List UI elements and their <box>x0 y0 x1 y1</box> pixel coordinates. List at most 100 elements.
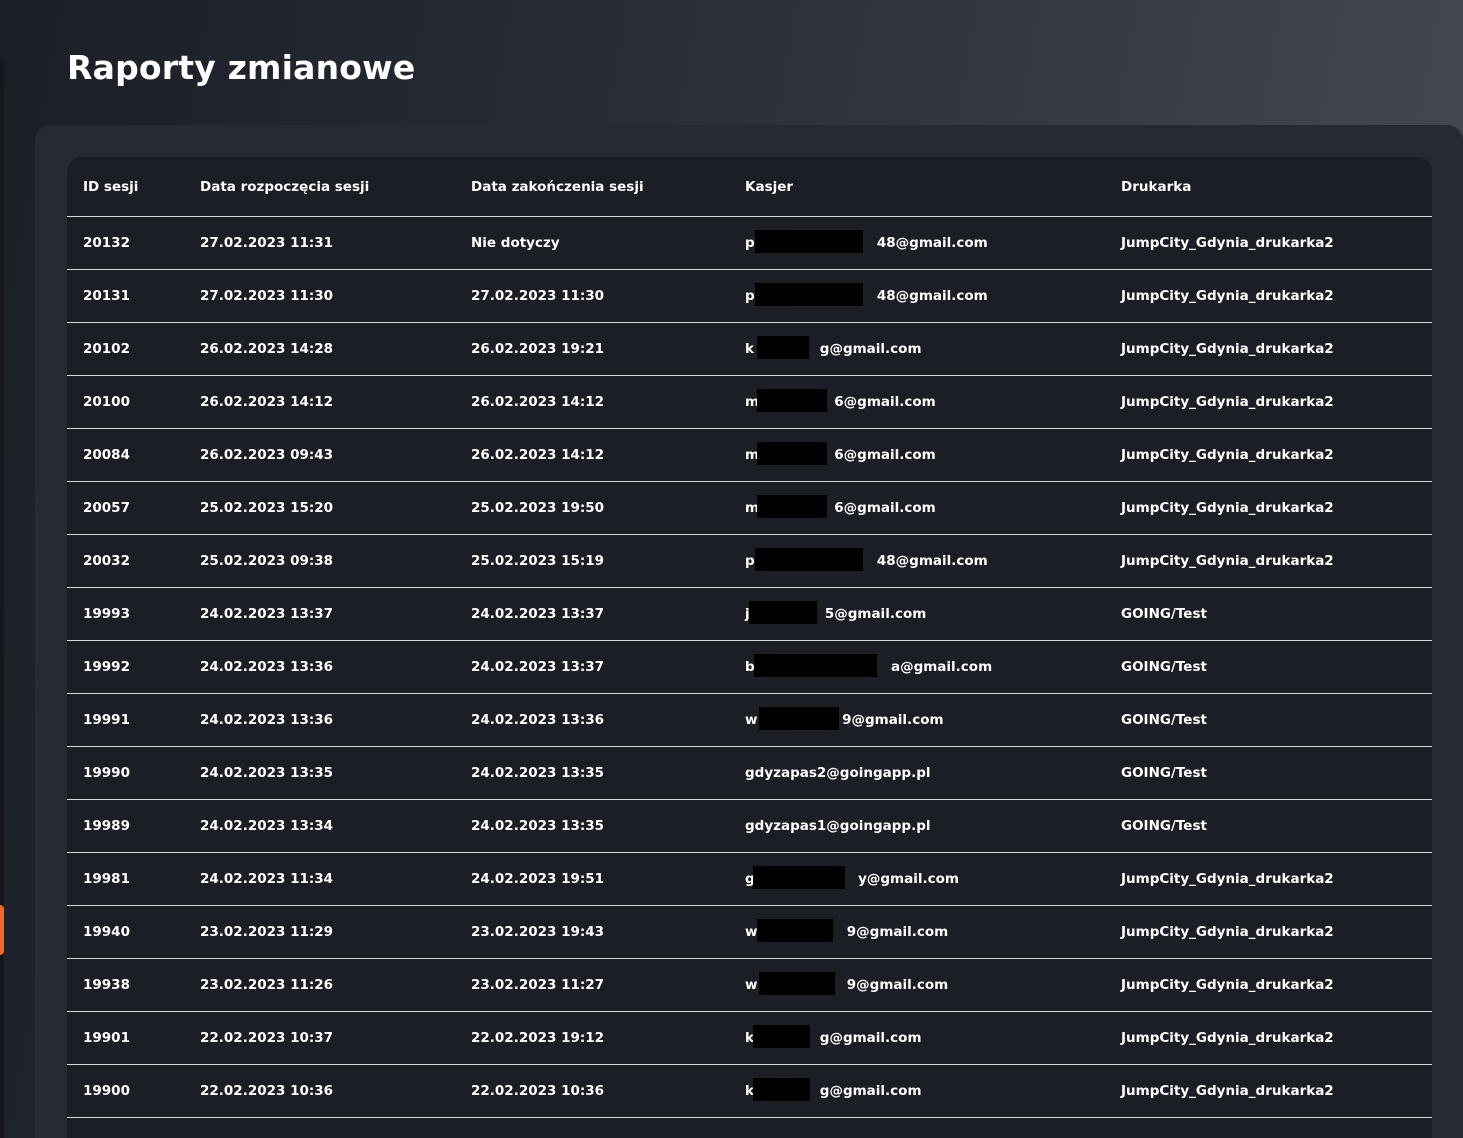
cashier-email: m 6@gmail.com <box>745 495 936 518</box>
cell-printer: GOING/Test <box>1121 818 1207 834</box>
cell-cashier: j 5@gmail.com <box>729 601 1105 624</box>
cell-session-id: 20100 <box>83 394 130 410</box>
table-row[interactable]: 19989 24.02.2023 13:34 24.02.2023 13:35 gdy… <box>67 800 1432 853</box>
cashier-email: m 6@gmail.com <box>745 442 936 465</box>
cell-printer: JumpCity_Gdynia_drukarka2 <box>1121 553 1334 569</box>
cell-cashier: gdyzapas1@goingapp.pl <box>729 818 1105 834</box>
redaction-box <box>753 1025 810 1048</box>
cell-cashier: k g@gmail.com <box>729 1078 1105 1101</box>
redaction-box <box>757 442 827 465</box>
cell-session-id: 19991 <box>83 712 130 728</box>
cell-start-date: 24.02.2023 13:34 <box>200 818 334 834</box>
table-row[interactable]: 19990 24.02.2023 13:35 24.02.2023 13:35 gdy… <box>67 747 1432 800</box>
cell-session-id: 20057 <box>83 500 130 516</box>
column-header-start-date[interactable]: Data rozpoczęcia sesji <box>184 179 455 195</box>
table-row[interactable]: 20100 26.02.2023 14:12 26.02.2023 14:12 m 6… <box>67 376 1432 429</box>
cell-end-date: 25.02.2023 19:50 <box>471 500 605 516</box>
cell-printer: JumpCity_Gdynia_drukarka2 <box>1121 500 1334 516</box>
cell-end-date: 25.02.2023 15:19 <box>471 553 605 569</box>
redaction-box <box>753 866 845 889</box>
cell-start-date: 24.02.2023 13:37 <box>200 606 334 622</box>
cell-printer: JumpCity_Gdynia_drukarka2 <box>1121 977 1334 993</box>
redaction-box <box>753 1078 810 1101</box>
cell-end-date: 24.02.2023 13:36 <box>471 712 605 728</box>
cashier-email: k g@gmail.com <box>745 1078 922 1101</box>
cell-printer: JumpCity_Gdynia_drukarka2 <box>1121 235 1334 251</box>
cell-printer: JumpCity_Gdynia_drukarka2 <box>1121 288 1334 304</box>
cell-printer: JumpCity_Gdynia_drukarka2 <box>1121 871 1334 887</box>
table-header: ID sesji Data rozpoczęcia sesji Data zak… <box>67 157 1432 217</box>
table-row[interactable]: 19940 23.02.2023 11:29 23.02.2023 19:43 w 9… <box>67 906 1432 959</box>
table-row[interactable]: 20102 26.02.2023 14:28 26.02.2023 19:21 k g… <box>67 323 1432 376</box>
cell-cashier: p 48@gmail.com <box>729 548 1105 571</box>
cell-session-id: 20132 <box>83 235 130 251</box>
cell-end-date: 24.02.2023 19:51 <box>471 871 605 887</box>
redaction-box <box>759 972 835 995</box>
cell-printer: JumpCity_Gdynia_drukarka2 <box>1121 1083 1334 1099</box>
cell-start-date: 24.02.2023 11:34 <box>200 871 334 887</box>
column-header-printer[interactable]: Drukarka <box>1105 179 1432 195</box>
cell-start-date: 24.02.2023 13:36 <box>200 712 334 728</box>
cell-end-date: 24.02.2023 13:37 <box>471 606 605 622</box>
cashier-email: gdyzapas2@goingapp.pl <box>745 765 931 781</box>
cell-cashier: w 9@gmail.com <box>729 707 1105 730</box>
cell-session-id: 20032 <box>83 553 130 569</box>
column-header-cashier[interactable]: Kasjer <box>729 179 1105 195</box>
cell-cashier: m 6@gmail.com <box>729 442 1105 465</box>
reports-table: ID sesji Data rozpoczęcia sesji Data zak… <box>67 157 1432 1138</box>
table-row[interactable]: 20131 27.02.2023 11:30 27.02.2023 11:30 p 4… <box>67 270 1432 323</box>
cell-end-date: 26.02.2023 14:12 <box>471 447 605 463</box>
cashier-email: b a@gmail.com <box>745 654 992 677</box>
cell-end-date: 23.02.2023 11:27 <box>471 977 605 993</box>
table-row[interactable]: 19938 23.02.2023 11:26 23.02.2023 11:27 w 9… <box>67 959 1432 1012</box>
cell-session-id: 20084 <box>83 447 130 463</box>
cell-session-id: 19901 <box>83 1030 130 1046</box>
cell-start-date: 24.02.2023 13:36 <box>200 659 334 675</box>
table-row[interactable]: 19900 22.02.2023 10:36 22.02.2023 10:36 k g… <box>67 1065 1432 1118</box>
cell-end-date: 26.02.2023 14:12 <box>471 394 605 410</box>
cell-session-id: 19989 <box>83 818 130 834</box>
redaction-box <box>757 495 827 518</box>
cell-session-id: 19981 <box>83 871 130 887</box>
cell-start-date: 22.02.2023 10:37 <box>200 1030 334 1046</box>
redaction-box <box>759 707 839 730</box>
cell-end-date: 24.02.2023 13:35 <box>471 818 605 834</box>
table-row[interactable]: 20032 25.02.2023 09:38 25.02.2023 15:19 p 4… <box>67 535 1432 588</box>
cell-start-date: 23.02.2023 11:29 <box>200 924 334 940</box>
table-row[interactable]: 19981 24.02.2023 11:34 24.02.2023 19:51 g y… <box>67 853 1432 906</box>
cell-printer: GOING/Test <box>1121 712 1207 728</box>
cell-cashier: w 9@gmail.com <box>729 919 1105 942</box>
cell-cashier: m 6@gmail.com <box>729 495 1105 518</box>
table-row[interactable]: 19901 22.02.2023 10:37 22.02.2023 19:12 k g… <box>67 1012 1432 1065</box>
column-header-id[interactable]: ID sesji <box>67 179 184 195</box>
cell-printer: JumpCity_Gdynia_drukarka2 <box>1121 394 1334 410</box>
table-row[interactable]: 19991 24.02.2023 13:36 24.02.2023 13:36 w 9… <box>67 694 1432 747</box>
cashier-email: w 9@gmail.com <box>745 707 944 730</box>
cell-start-date: 22.02.2023 10:36 <box>200 1083 334 1099</box>
table-row[interactable]: 20057 25.02.2023 15:20 25.02.2023 19:50 m 6… <box>67 482 1432 535</box>
cell-start-date: 23.02.2023 11:26 <box>200 977 334 993</box>
cell-printer: JumpCity_Gdynia_drukarka2 <box>1121 447 1334 463</box>
cell-session-id: 19940 <box>83 924 130 940</box>
cell-session-id: 20102 <box>83 341 130 357</box>
sidebar-active-indicator <box>0 905 4 955</box>
table-row[interactable]: 19993 24.02.2023 13:37 24.02.2023 13:37 j 5… <box>67 588 1432 641</box>
cashier-email: p 48@gmail.com <box>745 283 988 306</box>
cell-start-date: 26.02.2023 09:43 <box>200 447 334 463</box>
page-title: Raporty zmianowe <box>67 48 416 87</box>
table-row[interactable]: 20132 27.02.2023 11:31 Nie dotyczy p 48@gma… <box>67 217 1432 270</box>
cashier-email: p 48@gmail.com <box>745 548 988 571</box>
cashier-email: gdyzapas1@goingapp.pl <box>745 818 931 834</box>
table-row[interactable]: 20084 26.02.2023 09:43 26.02.2023 14:12 m 6… <box>67 429 1432 482</box>
cell-end-date: 22.02.2023 10:36 <box>471 1083 605 1099</box>
redaction-box <box>755 283 863 306</box>
cell-start-date: 25.02.2023 09:38 <box>200 553 334 569</box>
table-row[interactable]: 19992 24.02.2023 13:36 24.02.2023 13:37 b a… <box>67 641 1432 694</box>
cell-cashier: k g@gmail.com <box>729 336 1105 359</box>
redaction-box <box>754 654 877 677</box>
cell-end-date: 26.02.2023 19:21 <box>471 341 605 357</box>
cell-end-date: 23.02.2023 19:43 <box>471 924 605 940</box>
cell-session-id: 19993 <box>83 606 130 622</box>
column-header-end-date[interactable]: Data zakończenia sesji <box>455 179 729 195</box>
cell-cashier: b a@gmail.com <box>729 654 1105 677</box>
